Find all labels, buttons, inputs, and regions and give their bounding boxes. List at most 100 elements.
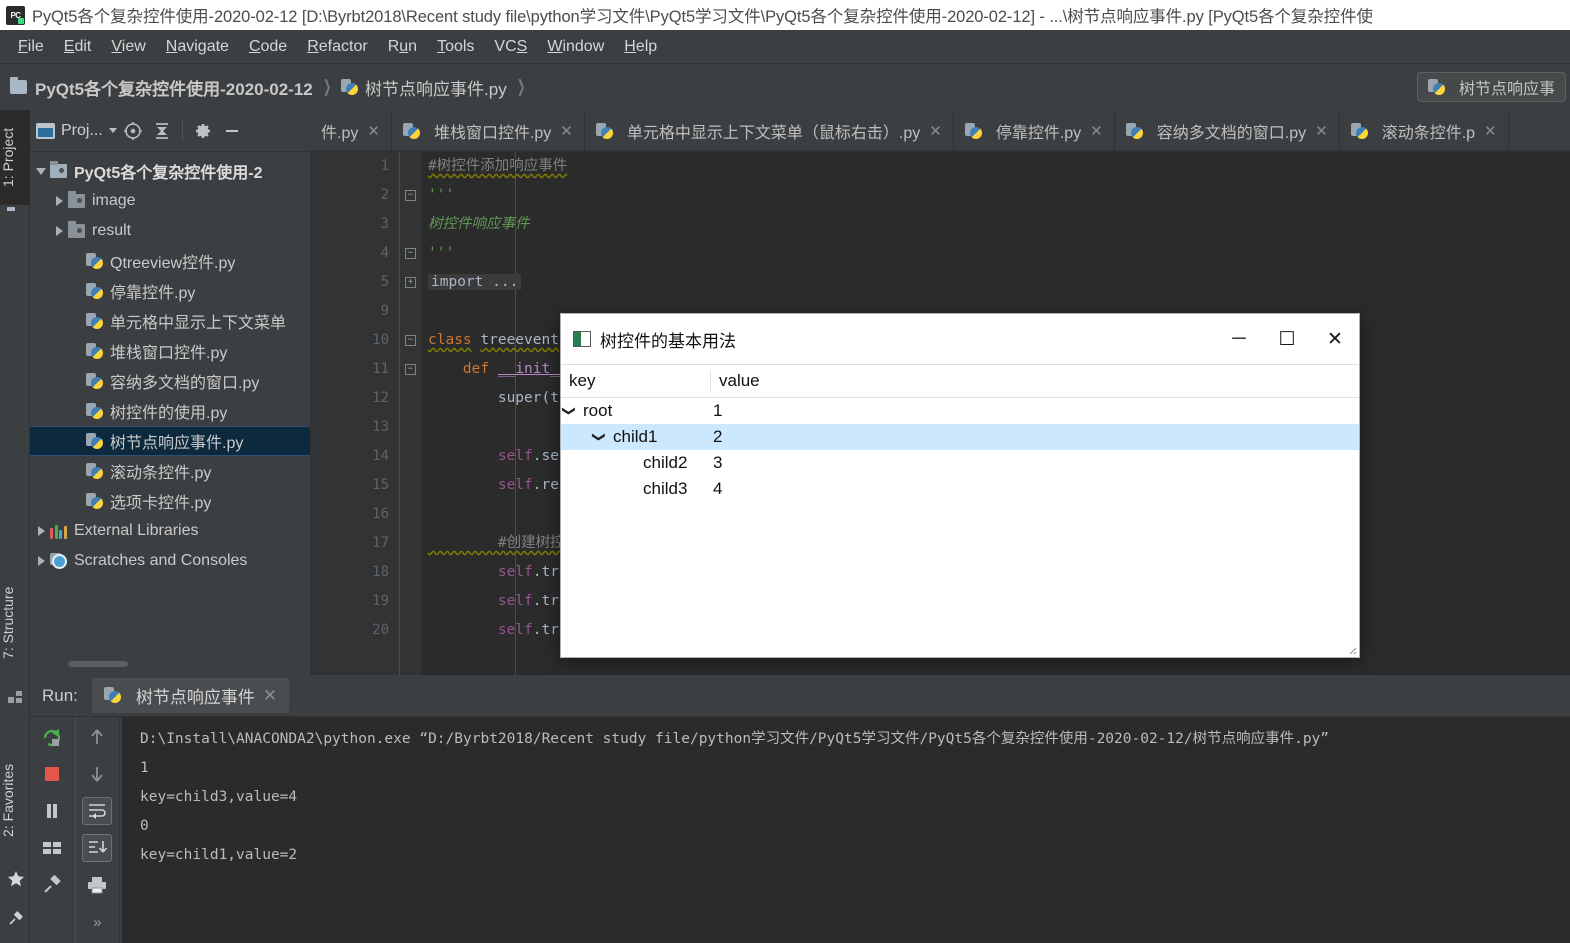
editor-tab[interactable]: 滚动条控件.p ✕: [1339, 110, 1509, 152]
qt-tree-dialog[interactable]: 树控件的基本用法 ─ ☐ ✕ key value ❯ root 1 ❯ child1 2 c…: [560, 313, 1360, 658]
project-tree-item[interactable]: 停靠控件.py: [30, 276, 310, 306]
collapse-fold-icon[interactable]: −: [405, 248, 416, 259]
qt-tree-row[interactable]: child2 3: [561, 450, 1359, 476]
project-tree-item[interactable]: External Libraries: [30, 516, 310, 546]
menu-item-vcs[interactable]: VCS: [484, 35, 537, 59]
line-number: 2: [380, 187, 389, 203]
menu-item-navigate[interactable]: Navigate: [156, 35, 239, 59]
project-tree-item[interactable]: 堆栈窗口控件.py: [30, 336, 310, 366]
run-tab[interactable]: 树节点响应事件 ✕: [91, 678, 290, 713]
qt-tree-key: child1: [613, 427, 658, 446]
editor-tab[interactable]: 单元格中显示上下文菜单（鼠标右击）.py ✕: [584, 110, 954, 152]
menu-item-file[interactable]: File: [8, 35, 54, 59]
close-icon[interactable]: ✕: [367, 122, 380, 140]
up-arrow-icon[interactable]: [82, 723, 112, 751]
run-console-output[interactable]: D:\Install\ANACONDA2\python.exe “D:/Byrb…: [122, 717, 1570, 943]
chevron-right-icon[interactable]: [32, 526, 50, 536]
project-tree-item-label: 单元格中显示上下文菜单: [110, 315, 287, 332]
qt-tree-row[interactable]: ❯ child1 2: [561, 424, 1359, 450]
chevron-right-icon[interactable]: [50, 196, 68, 206]
locate-icon[interactable]: [120, 118, 146, 144]
menu-item-help[interactable]: Help: [614, 35, 667, 59]
expand-more-icon[interactable]: »: [82, 908, 112, 936]
column-header-key[interactable]: key: [561, 371, 711, 391]
soft-wrap-icon[interactable]: [82, 797, 113, 825]
menu-item-refactor[interactable]: Refactor: [297, 35, 377, 59]
editor-tab-label: 堆栈窗口控件.py: [433, 125, 552, 142]
qt-tree-key: child2: [643, 453, 688, 472]
breadcrumb-item-project[interactable]: PyQt5各个复杂控件使用-2020-02-12: [10, 75, 313, 100]
qt-tree-row[interactable]: child3 4: [561, 476, 1359, 502]
sidebar-item-project[interactable]: 1: Project: [0, 110, 30, 205]
down-arrow-icon[interactable]: [82, 760, 112, 788]
menu-item-edit[interactable]: Edit: [54, 35, 102, 59]
editor-fold-column: − − + − −: [400, 152, 422, 675]
close-icon[interactable]: ✕: [1090, 122, 1103, 140]
project-tree-item[interactable]: result: [30, 216, 310, 246]
chevron-down-icon[interactable]: ❯: [561, 403, 577, 419]
menu-item-view[interactable]: View: [101, 35, 155, 59]
close-icon[interactable]: ✕: [560, 122, 573, 140]
project-tree-item[interactable]: 滚动条控件.py: [30, 456, 310, 486]
chevron-right-icon[interactable]: [50, 226, 68, 236]
project-tree-item[interactable]: PyQt5各个复杂控件使用-2: [30, 156, 310, 186]
python-file-icon: [402, 122, 420, 140]
collapse-fold-icon[interactable]: −: [405, 335, 416, 346]
project-tree-item[interactable]: 容纳多文档的窗口.py: [30, 366, 310, 396]
sidebar-item-structure[interactable]: 7: Structure: [0, 565, 30, 680]
breadcrumb-separator-icon: ❯: [516, 77, 526, 96]
collapse-fold-icon[interactable]: −: [405, 190, 416, 201]
menu-item-run[interactable]: Run: [378, 35, 427, 59]
chevron-down-icon[interactable]: ❯: [591, 429, 607, 445]
resize-grip-icon[interactable]: [1345, 643, 1357, 655]
menu-item-tools[interactable]: Tools: [427, 35, 484, 59]
pause-icon[interactable]: [37, 797, 67, 825]
close-icon[interactable]: ✕: [1315, 122, 1328, 140]
close-icon[interactable]: ✕: [263, 686, 277, 706]
chevron-right-icon[interactable]: [32, 556, 50, 566]
code-line: #树控件添加响应事件: [428, 158, 568, 174]
project-tree-item[interactable]: 选项卡控件.py: [30, 486, 310, 516]
trace-icon[interactable]: [37, 834, 67, 862]
collapse-fold-icon[interactable]: −: [405, 364, 416, 375]
column-header-value[interactable]: value: [711, 371, 1359, 391]
chevron-down-icon[interactable]: [32, 167, 50, 175]
menu-item-code[interactable]: Code: [239, 35, 297, 59]
menu-item-window[interactable]: Window: [537, 35, 614, 59]
project-tree-item[interactable]: Scratches and Consoles: [30, 546, 310, 576]
qt-tree-row[interactable]: ❯ root 1: [561, 398, 1359, 424]
editor-tab[interactable]: 容纳多文档的窗口.py ✕: [1114, 110, 1340, 152]
expand-fold-icon[interactable]: +: [405, 277, 416, 288]
project-tree-item[interactable]: Qtreeview控件.py: [30, 246, 310, 276]
close-icon[interactable]: ✕: [1311, 314, 1359, 364]
editor-tab-label: 单元格中显示上下文菜单（鼠标右击）.py: [626, 125, 921, 142]
breadcrumb-item-file[interactable]: 树节点响应事件.py: [341, 75, 507, 100]
close-icon[interactable]: ✕: [1484, 122, 1497, 140]
close-icon[interactable]: ✕: [929, 122, 942, 140]
project-tree-item[interactable]: 单元格中显示上下文菜单: [30, 306, 310, 336]
project-view-selector[interactable]: Proj...: [36, 122, 117, 140]
run-configuration-selector[interactable]: 树节点响应事: [1416, 72, 1566, 102]
sidebar-item-favorites[interactable]: 2: Favorites: [0, 740, 30, 860]
editor-tab[interactable]: 堆栈窗口控件.py ✕: [391, 110, 585, 152]
collapse-all-icon[interactable]: [149, 118, 175, 144]
hide-icon[interactable]: [219, 118, 245, 144]
editor-tab[interactable]: 停靠控件.py ✕: [953, 110, 1115, 152]
module-folder-icon: [68, 221, 85, 238]
maximize-icon[interactable]: ☐: [1263, 314, 1311, 364]
project-horizontal-scrollbar[interactable]: [68, 661, 128, 667]
python-file-icon: [86, 492, 103, 510]
stop-icon[interactable]: [37, 760, 67, 788]
scroll-to-end-icon[interactable]: [82, 834, 113, 862]
settings-gear-icon[interactable]: [190, 118, 216, 144]
pin-icon[interactable]: [37, 871, 67, 899]
line-number: 15: [372, 477, 389, 493]
minimize-icon[interactable]: ─: [1215, 314, 1263, 364]
project-tree-item[interactable]: image: [30, 186, 310, 216]
project-tree-item[interactable]: 树控件的使用.py: [30, 396, 310, 426]
run-actions-column: [30, 717, 75, 943]
rerun-icon[interactable]: [37, 723, 67, 751]
editor-tab[interactable]: 件.py ✕: [310, 110, 392, 152]
project-tree-item[interactable]: 树节点响应事件.py: [30, 426, 310, 456]
print-icon[interactable]: [82, 871, 112, 899]
